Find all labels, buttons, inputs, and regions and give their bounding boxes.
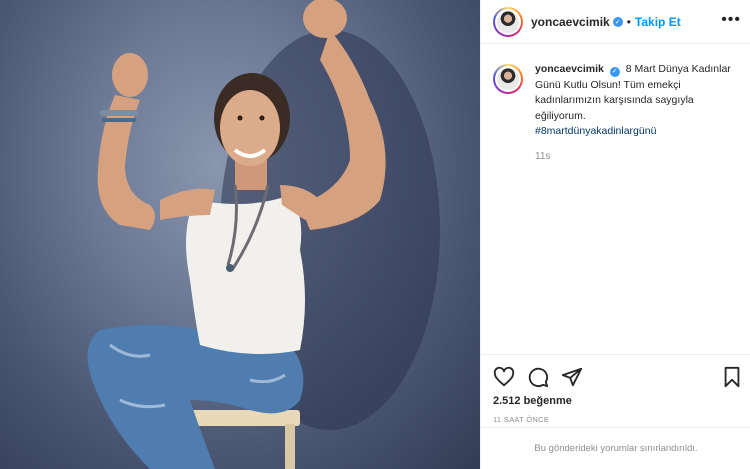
post-actions-section: 2.512 beğenme 11 SAAT ÖNCE xyxy=(481,354,750,424)
instagram-post: yoncaevcimik ✓ • Takip Et ••• yoncaevcim… xyxy=(0,0,750,469)
caption-body: yoncaevcimik ✓ 8 Mart Dünya Kadınlar Gün… xyxy=(535,62,731,164)
caption-avatar[interactable] xyxy=(493,64,523,94)
post-side-panel: yoncaevcimik ✓ • Takip Et ••• yoncaevcim… xyxy=(480,0,750,469)
post-time-ago[interactable]: 11 SAAT ÖNCE xyxy=(493,415,549,424)
caption-hashtag-link[interactable]: #8martdünyakadinlargünü xyxy=(535,125,656,137)
caption-username[interactable]: yoncaevcimik xyxy=(535,63,604,75)
verified-icon: ✓ xyxy=(609,66,620,77)
share-icon[interactable] xyxy=(561,366,583,388)
comments-limited-notice: Bu gönderideki yorumlar sınırlandırıldı. xyxy=(481,427,750,469)
avatar-image xyxy=(497,10,519,33)
likes-count[interactable]: 2.512 beğenme xyxy=(493,395,572,407)
more-options-icon[interactable]: ••• xyxy=(721,12,741,28)
verified-icon: ✓ xyxy=(612,16,623,27)
post-photo[interactable] xyxy=(0,0,480,469)
user-avatar[interactable] xyxy=(493,6,523,37)
header-separator: • xyxy=(626,14,631,29)
comment-icon[interactable] xyxy=(527,366,549,388)
follow-button[interactable]: Takip Et xyxy=(635,15,681,29)
avatar-image xyxy=(497,68,519,90)
woman-flexing-arms-image xyxy=(87,0,440,469)
heart-icon[interactable] xyxy=(493,366,515,388)
header-username[interactable]: yoncaevcimik xyxy=(531,15,610,29)
post-caption: yoncaevcimik ✓ 8 Mart Dünya Kadınlar Gün… xyxy=(493,62,743,164)
action-bar xyxy=(481,355,750,397)
caption-timestamp[interactable]: 11s xyxy=(535,149,731,165)
post-header: yoncaevcimik ✓ • Takip Et ••• xyxy=(481,0,750,44)
bookmark-icon[interactable] xyxy=(721,366,743,388)
